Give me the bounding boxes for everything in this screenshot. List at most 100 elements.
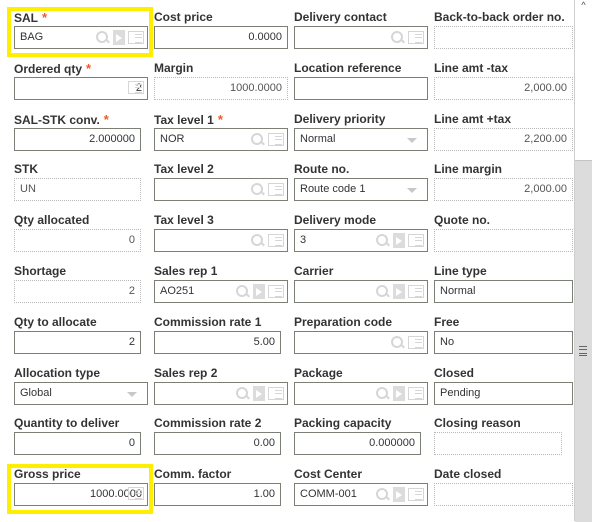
carrier-input[interactable] bbox=[294, 280, 428, 303]
search-icon[interactable] bbox=[375, 487, 390, 502]
search-icon[interactable] bbox=[250, 182, 265, 197]
gross-price-input[interactable]: 1000.0000 bbox=[14, 483, 148, 507]
location-reference-input[interactable] bbox=[294, 76, 428, 100]
delivery-mode-input[interactable]: 3 bbox=[294, 229, 428, 253]
required-marker: * bbox=[217, 111, 223, 127]
label-text: Line margin bbox=[434, 162, 503, 177]
commission-rate-1-input[interactable]: 5.00 bbox=[154, 330, 281, 354]
field-date-closed: Date closed bbox=[434, 467, 573, 513]
detail-icon[interactable] bbox=[408, 386, 424, 400]
tax-level-3-input[interactable] bbox=[154, 229, 288, 253]
chevron-down-icon[interactable] bbox=[407, 137, 417, 143]
label-text: Sales rep 1 bbox=[154, 264, 218, 278]
vertical-scrollbar[interactable]: ^ bbox=[574, 0, 592, 522]
detail-icon[interactable] bbox=[128, 80, 144, 94]
link-arrow-icon[interactable] bbox=[393, 233, 405, 249]
commission-rate-2-input[interactable]: 0.00 bbox=[154, 432, 281, 456]
chevron-down-icon[interactable] bbox=[127, 391, 137, 397]
link-arrow-icon[interactable] bbox=[393, 487, 405, 503]
search-icon[interactable] bbox=[235, 284, 250, 299]
field-value: 2,000.00 bbox=[524, 81, 567, 94]
line-type-input[interactable]: Normal bbox=[434, 280, 573, 303]
link-arrow-icon[interactable] bbox=[253, 385, 265, 401]
search-icon[interactable] bbox=[375, 386, 390, 401]
qty-to-allocate-input[interactable]: 2 bbox=[14, 330, 141, 354]
field-closed: Closed Pending bbox=[434, 366, 573, 412]
tax-level-2-input[interactable] bbox=[154, 178, 288, 202]
sales-rep-2-input[interactable] bbox=[154, 381, 288, 405]
field-value: Normal bbox=[300, 132, 336, 145]
scroll-up-arrow[interactable]: ^ bbox=[575, 0, 592, 10]
sal-stk-conv-input[interactable]: 2.000000 bbox=[14, 127, 141, 151]
field-value: Route code 1 bbox=[300, 183, 366, 196]
preparation-code-input[interactable] bbox=[294, 330, 428, 354]
label-text: Location reference bbox=[294, 60, 402, 75]
field-quote-no: Quote no. bbox=[434, 213, 573, 259]
field-label: Quote no. bbox=[434, 213, 490, 227]
field-package: Package bbox=[294, 366, 428, 412]
cost-center-input[interactable]: COMM-001 bbox=[294, 483, 428, 507]
route-no-select[interactable]: Route code 1 bbox=[294, 178, 428, 202]
field-preparation-code: Preparation code bbox=[294, 315, 428, 361]
chevron-down-icon[interactable] bbox=[407, 188, 417, 194]
scroll-thumb[interactable] bbox=[575, 160, 592, 522]
label-text: Ordered qty bbox=[14, 61, 83, 76]
link-arrow-icon[interactable] bbox=[253, 284, 265, 299]
detail-icon[interactable] bbox=[268, 234, 284, 248]
label-text: Tax level 1 bbox=[154, 112, 214, 127]
link-arrow-icon[interactable] bbox=[393, 284, 405, 299]
tax-level-1-input[interactable]: NOR bbox=[154, 127, 288, 151]
field-sales-rep-1: Sales rep 1 AO251 bbox=[154, 264, 288, 310]
detail-icon[interactable] bbox=[408, 488, 424, 502]
field-label: Cost price bbox=[154, 10, 213, 24]
search-icon[interactable] bbox=[250, 132, 265, 147]
search-icon[interactable] bbox=[390, 30, 405, 45]
field-line-margin: Line margin 2,000.00 bbox=[434, 162, 573, 208]
detail-icon[interactable] bbox=[268, 285, 284, 298]
detail-icon[interactable] bbox=[128, 31, 144, 44]
closed-input[interactable]: Pending bbox=[434, 381, 573, 405]
search-icon[interactable] bbox=[235, 386, 250, 401]
cost-price-input[interactable]: 0.0000 bbox=[154, 26, 288, 49]
quantity-to-deliver-input[interactable]: 0 bbox=[14, 432, 141, 456]
link-arrow-icon[interactable] bbox=[393, 385, 405, 401]
packing-capacity-input[interactable]: 0.000000 bbox=[294, 432, 421, 456]
detail-icon[interactable] bbox=[268, 132, 284, 146]
search-icon[interactable] bbox=[95, 30, 110, 45]
detail-icon[interactable] bbox=[268, 386, 284, 400]
ordered-qty-input[interactable]: 2 bbox=[14, 76, 148, 100]
search-icon[interactable] bbox=[375, 233, 390, 248]
detail-icon[interactable] bbox=[408, 335, 424, 349]
sales-rep-1-input[interactable]: AO251 bbox=[154, 280, 288, 303]
delivery-contact-input[interactable] bbox=[294, 26, 428, 49]
field-label: Comm. factor bbox=[154, 467, 231, 481]
field-value: 2.000000 bbox=[89, 132, 135, 145]
field-quantity-to-deliver: Quantity to deliver 0 bbox=[14, 416, 148, 462]
detail-icon[interactable] bbox=[408, 234, 424, 248]
detail-icon[interactable] bbox=[408, 285, 424, 298]
search-icon[interactable] bbox=[250, 233, 265, 248]
package-input[interactable] bbox=[294, 381, 428, 405]
free-input[interactable]: No bbox=[434, 330, 573, 354]
allocation-type-select[interactable]: Global bbox=[14, 381, 148, 405]
sal-input[interactable]: BAG bbox=[14, 26, 148, 49]
search-icon[interactable] bbox=[375, 284, 390, 299]
field-allocation-type: Allocation type Global bbox=[14, 366, 148, 412]
field-label: Back-to-back order no. bbox=[434, 10, 565, 24]
field-shortage: Shortage 2 bbox=[14, 264, 148, 310]
detail-icon[interactable] bbox=[408, 31, 424, 44]
field-label: Margin bbox=[154, 61, 193, 75]
required-marker: * bbox=[42, 10, 48, 25]
field-cost-center: Cost Center COMM-001 bbox=[294, 467, 428, 513]
label-text: Route no. bbox=[294, 162, 350, 177]
label-text: Cost price bbox=[154, 10, 213, 24]
label-text: Allocation type bbox=[14, 365, 101, 380]
delivery-priority-select[interactable]: Normal bbox=[294, 127, 428, 151]
field-line-type: Line type Normal bbox=[434, 264, 573, 310]
link-arrow-icon[interactable] bbox=[113, 30, 125, 45]
comm-factor-input[interactable]: 1.00 bbox=[154, 483, 281, 507]
detail-icon[interactable] bbox=[268, 183, 284, 197]
detail-icon[interactable] bbox=[128, 487, 144, 501]
field-value: 2 bbox=[128, 285, 135, 297]
search-icon[interactable] bbox=[390, 335, 405, 350]
